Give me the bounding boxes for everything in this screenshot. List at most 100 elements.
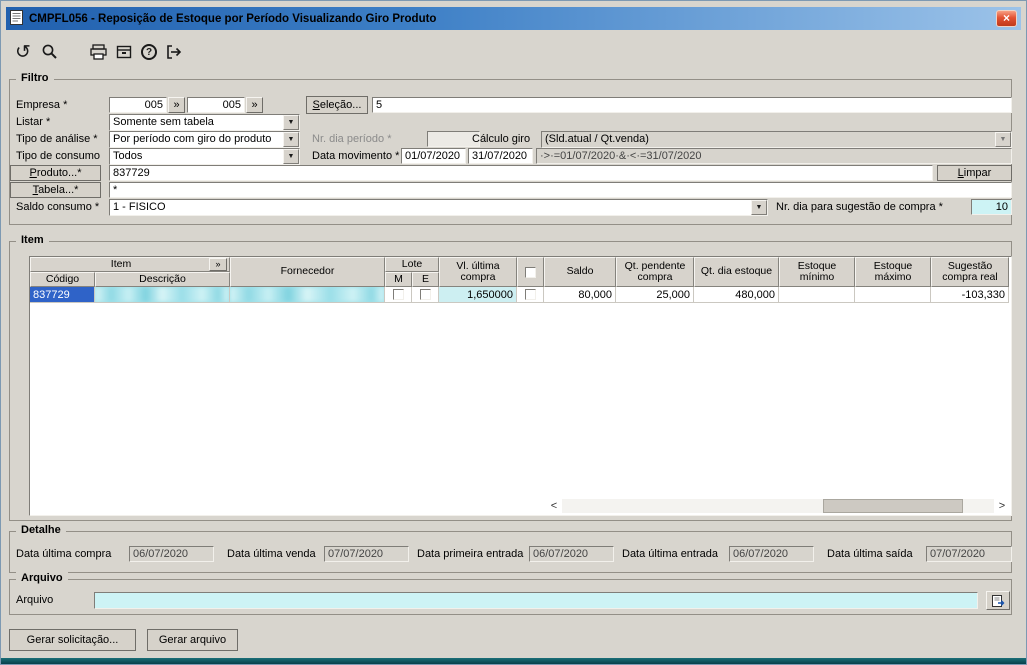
col-header-lote-m[interactable]: M: [385, 272, 412, 287]
item-grid: Item » Fornecedor Lote Vl. última compra…: [30, 257, 1011, 303]
empresa-code2-input[interactable]: [187, 97, 245, 113]
data-ultima-venda-value: 07/07/2020: [324, 546, 409, 562]
data-ultima-venda-label: Data última venda: [227, 548, 316, 560]
app-window: CMPFL056 - Reposição de Estoque por Perí…: [0, 0, 1027, 665]
empresa-label: Empresa *: [16, 99, 68, 111]
tipo-consumo-select[interactable]: Todos ▼: [109, 148, 300, 165]
col-header-qt-dia-estoque[interactable]: Qt. dia estoque: [694, 257, 779, 287]
cell-vl-ultima-compra[interactable]: 1,650000: [439, 287, 517, 303]
checkbox-unchecked-icon[interactable]: [419, 289, 431, 300]
tipo-analise-select[interactable]: Por período com giro do produto ▼: [109, 131, 300, 148]
data-ultima-compra-value: 06/07/2020: [129, 546, 214, 562]
calculo-giro-value: (Sld.atual / Qt.venda): [545, 133, 649, 145]
gerar-solicitacao-button[interactable]: Gerar solicitação...: [9, 629, 136, 651]
data-ultima-entrada-value: 06/07/2020: [729, 546, 814, 562]
col-header-item[interactable]: Item »: [30, 257, 230, 272]
sugestao-compra-input[interactable]: [971, 199, 1012, 215]
cell-sugestao-compra-real[interactable]: -103,330: [931, 287, 1009, 303]
redacted-content: [95, 287, 229, 302]
checkbox-unchecked-icon[interactable]: [524, 289, 536, 300]
undo-icon: ↺: [15, 41, 31, 63]
titlebar[interactable]: CMPFL056 - Reposição de Estoque por Perí…: [6, 7, 1021, 30]
checkbox-unchecked-icon[interactable]: [392, 289, 404, 300]
chevron-down-icon[interactable]: ▼: [751, 200, 767, 215]
col-header-estoque-minimo[interactable]: Estoque mínimo: [779, 257, 855, 287]
col-header-estoque-maximo[interactable]: Estoque máximo: [855, 257, 931, 287]
tabela-value-input[interactable]: [109, 182, 1012, 198]
scrollbar-thumb[interactable]: [823, 499, 963, 513]
produto-value-input[interactable]: [109, 165, 933, 181]
archive-button[interactable]: [112, 40, 136, 64]
nr-dia-periodo-label: Nr. dia período *: [312, 133, 392, 145]
data-movimento-ate-input[interactable]: [468, 148, 533, 164]
col-header-vl-ultima-compra[interactable]: Vl. última compra: [439, 257, 517, 287]
saldo-consumo-label: Saldo consumo *: [16, 201, 100, 213]
print-button[interactable]: [86, 40, 110, 64]
tipo-consumo-value: Todos: [113, 150, 143, 162]
limpar-button[interactable]: Limpar: [937, 165, 1012, 181]
produto-button[interactable]: Produto...*: [10, 165, 101, 181]
scroll-right-icon[interactable]: >: [994, 499, 1010, 513]
col-header-saldo[interactable]: Saldo: [544, 257, 616, 287]
double-chevron-icon: »: [251, 99, 258, 111]
data-movimento-de-input[interactable]: [401, 148, 466, 164]
tipo-analise-value: Por período com giro do produto: [113, 133, 272, 145]
data-ultima-saida-value: 07/07/2020: [926, 546, 1012, 562]
search-button[interactable]: [38, 40, 62, 64]
browse-file-icon: [992, 595, 1005, 607]
close-icon: ×: [1002, 11, 1010, 25]
selecao-button[interactable]: Seleção...: [306, 96, 368, 114]
item-table: Item » Fornecedor Lote Vl. última compra…: [29, 256, 1012, 516]
chevron-down-icon[interactable]: ▼: [283, 149, 299, 164]
close-button[interactable]: ×: [996, 10, 1017, 27]
data-ultima-entrada-label: Data última entrada: [622, 548, 718, 560]
empresa-expand2-button[interactable]: »: [246, 97, 263, 113]
col-header-lote[interactable]: Lote: [385, 257, 439, 272]
cell-saldo[interactable]: 80,000: [544, 287, 616, 303]
help-icon: ?: [141, 44, 157, 60]
data-primeira-entrada-value: 06/07/2020: [529, 546, 614, 562]
saldo-consumo-select[interactable]: 1 - FISICO ▼: [109, 199, 768, 216]
cell-lote-m[interactable]: [385, 287, 412, 303]
chevron-down-icon[interactable]: ▼: [283, 115, 299, 130]
col-header-item-label: Item: [110, 257, 132, 270]
undo-button[interactable]: ↺: [11, 40, 35, 64]
help-button[interactable]: ?: [137, 40, 161, 64]
gerar-arquivo-button[interactable]: Gerar arquivo: [147, 629, 238, 651]
saldo-consumo-value: 1 - FISICO: [113, 201, 166, 213]
empresa-code1-input[interactable]: [109, 97, 167, 113]
checkbox-icon: [525, 266, 536, 278]
col-header-descricao[interactable]: Descrição: [95, 272, 230, 287]
cell-descricao[interactable]: [95, 287, 230, 303]
cell-codigo[interactable]: 837729: [30, 287, 95, 303]
scrollbar-track[interactable]: [562, 499, 994, 513]
arquivo-input[interactable]: [94, 592, 978, 609]
col-header-fornecedor[interactable]: Fornecedor: [230, 257, 385, 287]
chevron-down-icon[interactable]: ▼: [283, 132, 299, 147]
col-header-lote-e[interactable]: E: [412, 272, 439, 287]
col-header-codigo[interactable]: Código: [30, 272, 95, 287]
tabela-button[interactable]: Tabela...*: [10, 182, 101, 198]
data-ultima-saida-label: Data última saída: [827, 548, 913, 560]
cell-check[interactable]: [517, 287, 544, 303]
item-expand-button[interactable]: »: [209, 258, 227, 271]
cell-estoque-maximo[interactable]: [855, 287, 931, 303]
listar-select[interactable]: Somente sem tabela ▼: [109, 114, 300, 131]
item-legend: Item: [16, 234, 49, 246]
cell-qt-pendente[interactable]: 25,000: [616, 287, 694, 303]
empresa-value-input[interactable]: [372, 97, 1012, 113]
exit-button[interactable]: [162, 40, 186, 64]
col-header-check[interactable]: [517, 257, 544, 287]
scroll-left-icon[interactable]: <: [546, 499, 562, 513]
cell-qt-dia-estoque[interactable]: 480,000: [694, 287, 779, 303]
cell-lote-e[interactable]: [412, 287, 439, 303]
arquivo-legend: Arquivo: [16, 572, 68, 584]
col-header-sugestao-compra-real[interactable]: Sugestão compra real: [931, 257, 1009, 287]
horizontal-scrollbar[interactable]: < >: [546, 498, 1010, 514]
cell-fornecedor[interactable]: [230, 287, 385, 303]
cell-estoque-minimo[interactable]: [779, 287, 855, 303]
browse-file-button[interactable]: [986, 591, 1010, 610]
empresa-expand1-button[interactable]: »: [168, 97, 185, 113]
item-group: Item Item » Fornecedor Lote Vl. última c…: [9, 234, 1012, 521]
col-header-qt-pendente[interactable]: Qt. pendente compra: [616, 257, 694, 287]
